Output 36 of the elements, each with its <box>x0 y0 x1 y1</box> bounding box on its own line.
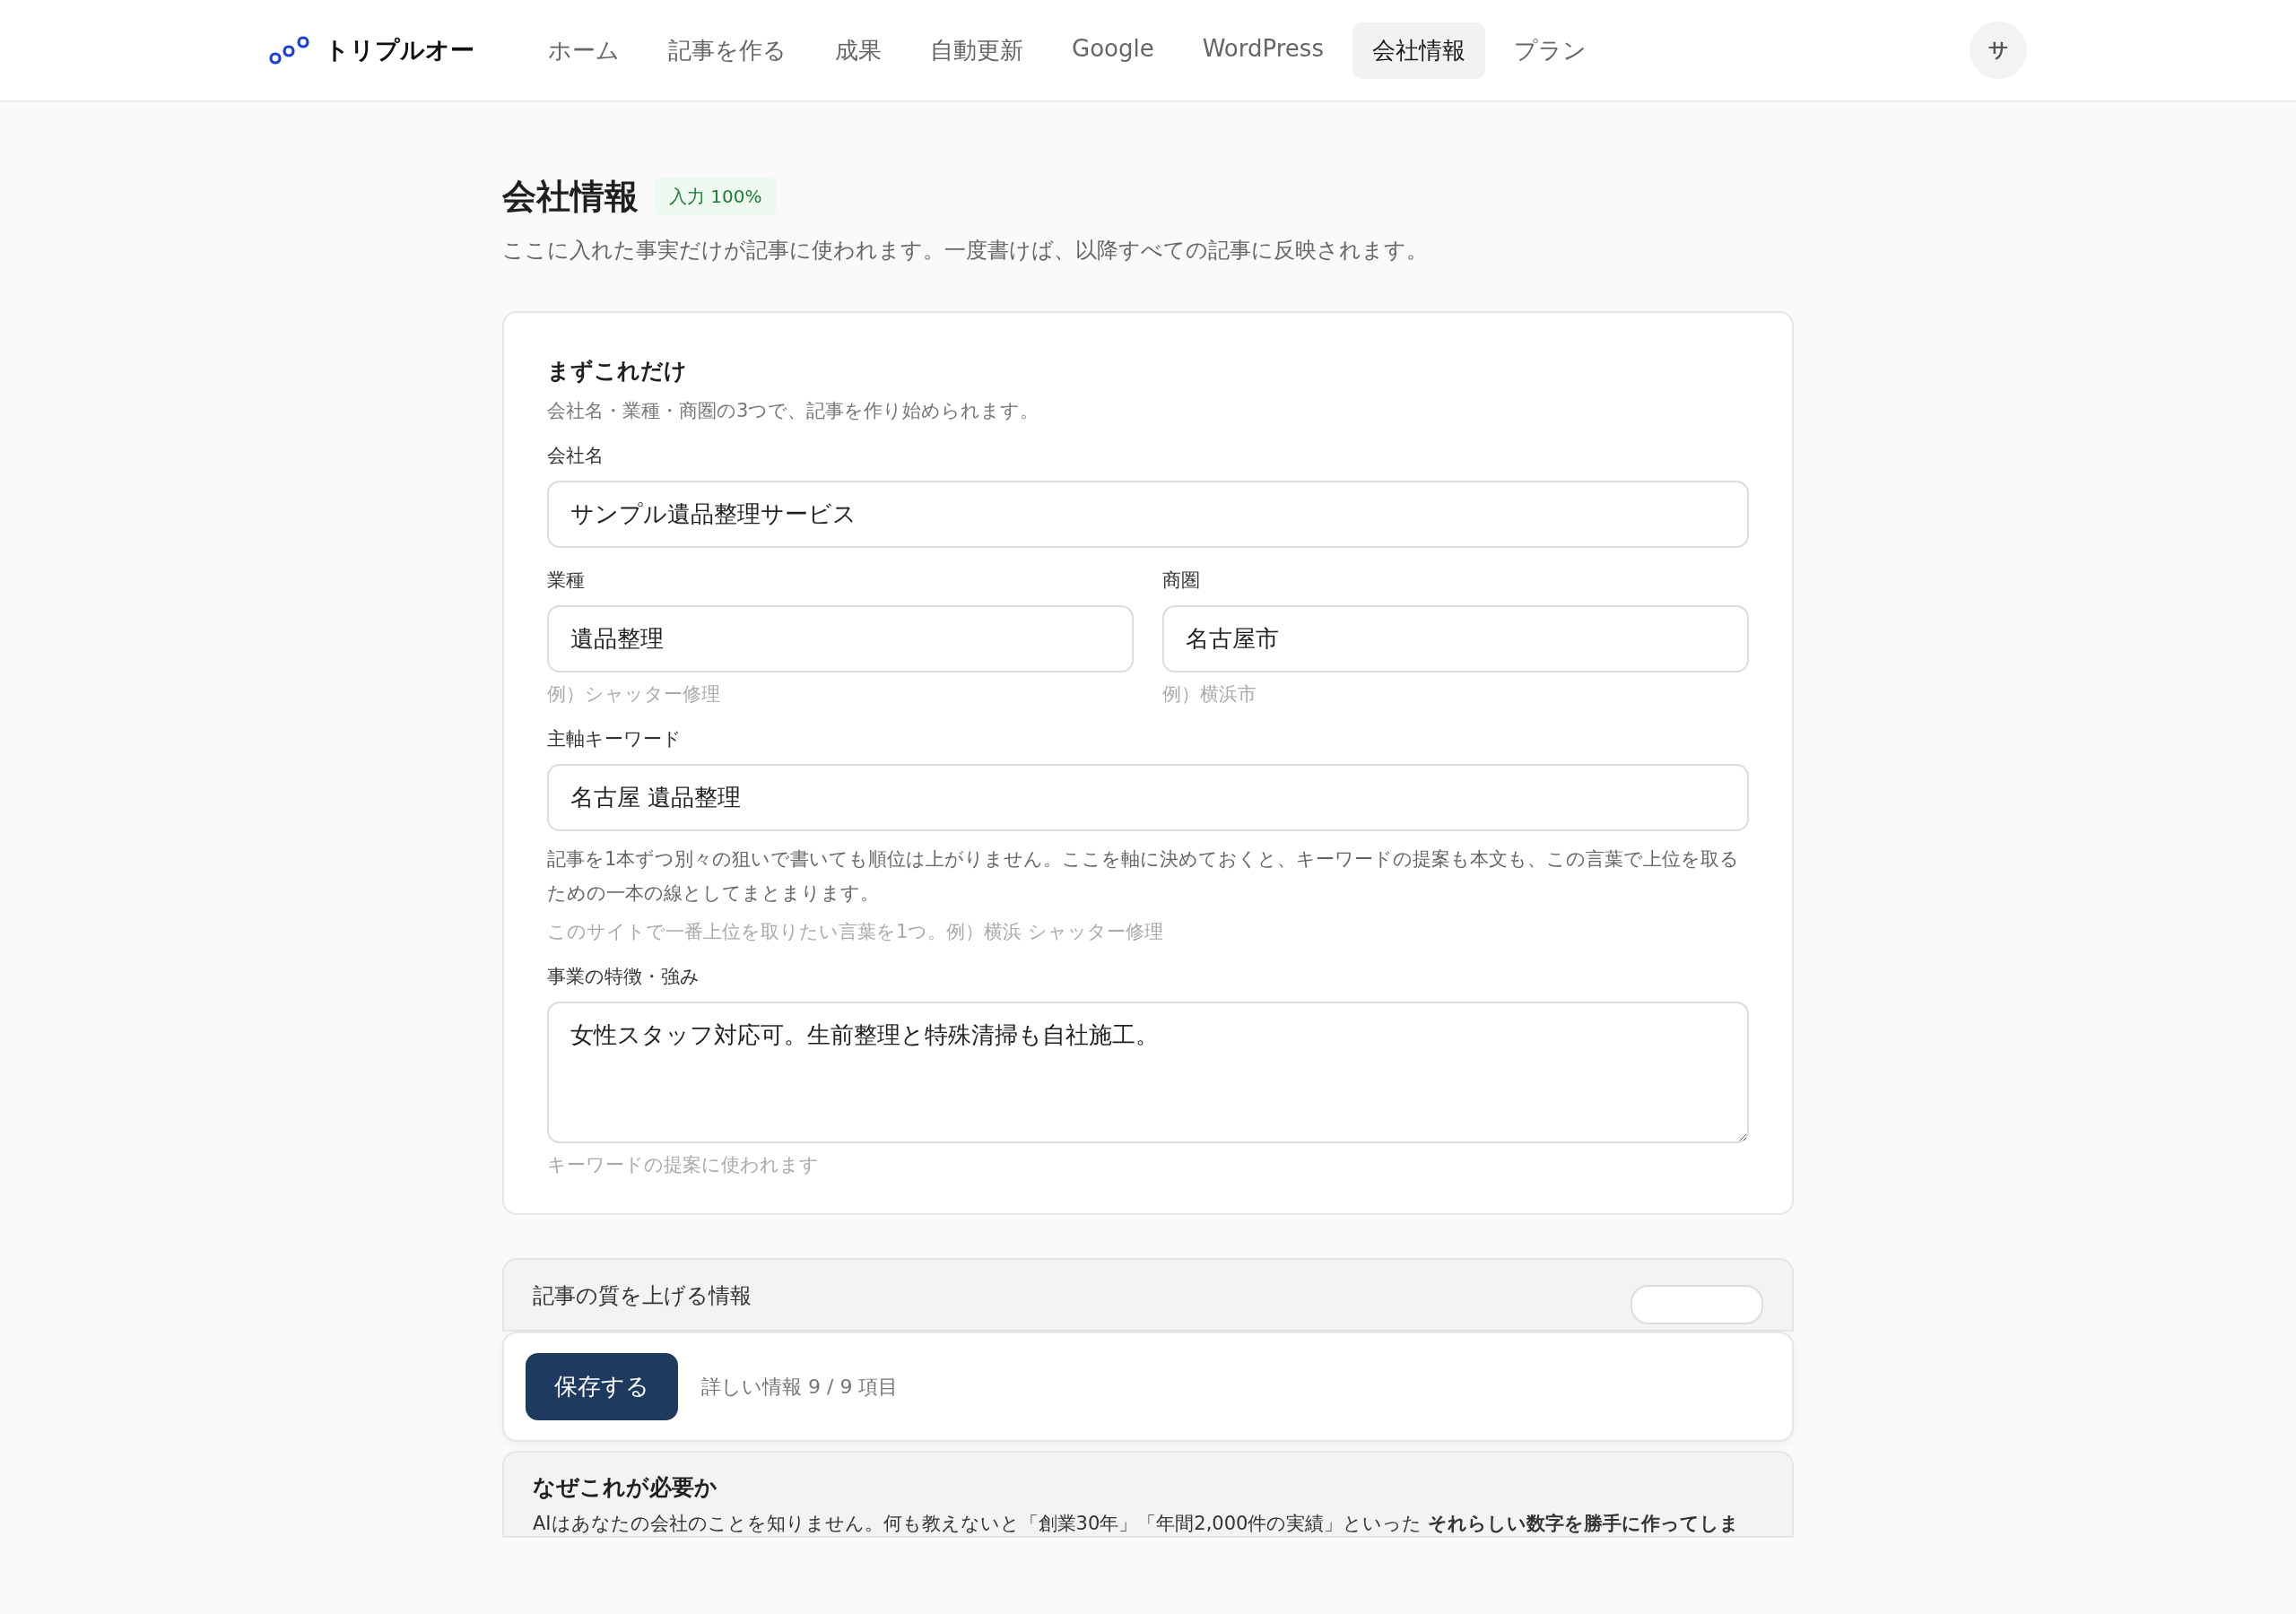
nav-tab[interactable]: プラン <box>1493 22 1606 79</box>
nav-tab[interactable]: 成果 <box>815 22 901 79</box>
nav-tab[interactable]: ホーム <box>528 22 639 79</box>
field-note: 記事を1本ずつ別々の狙いで書いても順位は上がりません。ここを軸に決めておくと、キーワードの提案も本文も、この言葉で上位を取るための一本の線としてまとまります。 <box>547 847 1741 906</box>
save-status: 詳しい情報 9 / 9 項目 <box>701 1374 899 1400</box>
input-field[interactable]: 名古屋 遺品整理 <box>547 764 1749 831</box>
nav-tab[interactable]: Google <box>1052 22 1174 79</box>
section-title: 記事の質を上げる情報 <box>533 1282 752 1310</box>
field-hint: このサイトで一番上位を取りたい言葉を1つ。例）横浜 シャッター修理 <box>547 920 1165 944</box>
field-label: 事業の特徴・強み <box>547 965 700 989</box>
nav-tab[interactable]: WordPress <box>1182 22 1344 79</box>
page-subtitle: ここに入れた事実だけが記事に使われます。一度書けば、以降すべての記事に反映されます。 <box>502 237 1429 265</box>
input-field[interactable]: サンプル遺品整理サービス <box>547 481 1749 548</box>
input-field[interactable]: 名古屋市 <box>1162 605 1749 672</box>
save-button[interactable]: 保存する <box>526 1353 678 1420</box>
field-label: 主軸キーワード <box>547 727 683 751</box>
text-area[interactable]: 女性スタッフ対応可。生前整理と特殊清掃も自社施工。 <box>547 1002 1749 1143</box>
nav-tab[interactable]: 自動更新 <box>910 22 1043 79</box>
section-title: なぜこれが必要か <box>533 1473 718 1502</box>
section-subtitle: 会社名・業種・商圏の3つで、記事を作り始められます。 <box>547 399 1040 423</box>
field-hint: 例）横浜市 <box>1162 682 1257 707</box>
progress-badge: 入力 100% <box>655 178 777 216</box>
field-label: 会社名 <box>547 444 604 468</box>
input-field[interactable]: 遺品整理 <box>547 605 1134 672</box>
brand-name: トリプルオー <box>325 35 474 65</box>
nav-tab[interactable]: 記事を作る <box>648 22 806 79</box>
field-hint: キーワードの提案に使われます <box>547 1153 820 1177</box>
page-title: 会社情報 <box>502 176 639 218</box>
nav-tab[interactable]: 会社情報 <box>1352 22 1485 79</box>
info-text: AIはあなたの会社のことを知りません。何も教えないと「創業30年」「年間2,000件の実績」といった それらしい数字を勝手に作ってしま <box>533 1512 1741 1536</box>
field-label: 業種 <box>547 568 586 593</box>
section-button[interactable] <box>1631 1285 1763 1324</box>
field-hint: 例）シャッター修理 <box>547 682 721 707</box>
section-title: まずこれだけ <box>547 357 688 386</box>
field-label: 商圏 <box>1162 568 1201 593</box>
avatar[interactable]: サ <box>1970 22 2027 79</box>
